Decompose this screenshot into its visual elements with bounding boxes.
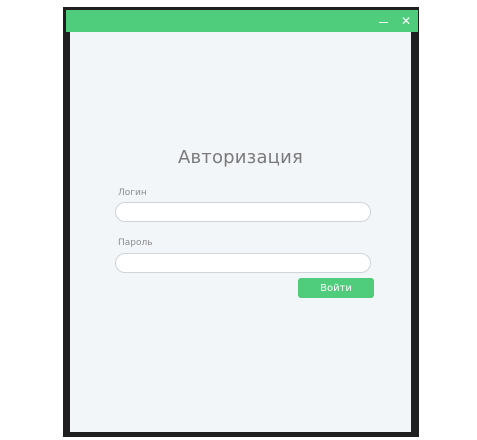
- password-field[interactable]: [115, 253, 371, 273]
- login-field[interactable]: [115, 202, 371, 222]
- page-title: Авторизация: [177, 147, 304, 168]
- title-bar[interactable]: ✕: [66, 10, 418, 32]
- password-label: Пароль: [118, 238, 153, 248]
- minimize-icon: [378, 21, 388, 23]
- close-button[interactable]: ✕: [396, 10, 416, 32]
- login-label: Логин: [118, 188, 147, 198]
- close-icon: ✕: [400, 14, 412, 28]
- minimize-button[interactable]: [373, 10, 393, 32]
- login-form: Авторизация Логин Пароль Войти: [70, 32, 411, 432]
- login-button[interactable]: Войти: [298, 278, 374, 298]
- app-window: ✕ Авторизация Логин Пароль Войти: [63, 7, 419, 437]
